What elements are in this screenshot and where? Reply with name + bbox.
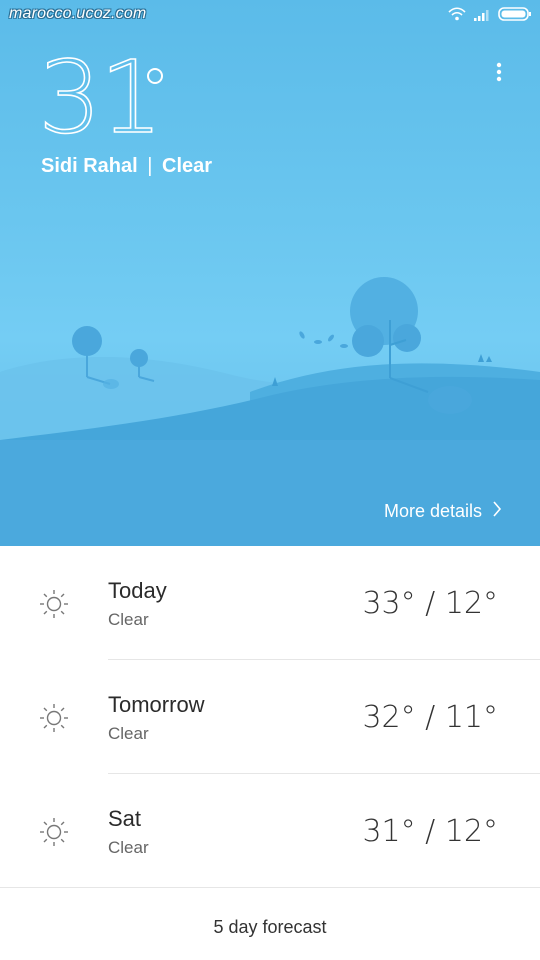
more-details-link[interactable]: More details [384, 500, 502, 523]
forecast-row-sat[interactable]: Sat Clear 31° / 12° [0, 774, 540, 888]
more-options-icon[interactable] [486, 60, 512, 86]
forecast-temps: 33° / 12° [362, 586, 498, 621]
sun-icon [38, 702, 70, 734]
location-name: Sidi Rahal [41, 155, 138, 177]
weather-app-screen: marocco.ucoz.com 31 Sidi Rahal | Clear M… [0, 0, 540, 960]
status-bar: marocco.ucoz.com [0, 0, 540, 30]
forecast-row-today[interactable]: Today Clear 33° / 12° [0, 546, 540, 660]
forecast-condition: Clear [108, 610, 149, 629]
signal-icon [474, 8, 490, 26]
chevron-right-icon [492, 500, 502, 523]
location-separator: | [147, 155, 153, 177]
watermark-text: marocco.ucoz.com [9, 5, 147, 22]
forecast-list: Today Clear 33° / 12° Tomorrow Clear 32°… [0, 546, 540, 888]
current-weather-panel: marocco.ucoz.com 31 Sidi Rahal | Clear M… [0, 0, 540, 546]
forecast-day: Tomorrow [108, 692, 205, 717]
location-condition: Sidi Rahal | Clear [41, 155, 212, 178]
wifi-icon [448, 7, 466, 26]
more-details-label: More details [383, 501, 482, 521]
forecast-day: Sat [108, 806, 142, 831]
sun-icon [38, 588, 70, 620]
battery-icon [498, 7, 532, 26]
forecast-day: Today [108, 578, 167, 603]
forecast-row-tomorrow[interactable]: Tomorrow Clear 32° / 11° [0, 660, 540, 774]
five-day-forecast-button[interactable]: 5 day forecast [0, 888, 540, 960]
current-condition: Clear [162, 155, 213, 177]
status-icons [448, 7, 532, 26]
forecast-condition: Clear [108, 838, 149, 857]
current-temperature: 31 [37, 39, 164, 156]
forecast-temps: 31° / 12° [362, 814, 498, 849]
forecast-condition: Clear [108, 724, 149, 743]
sun-icon [38, 816, 70, 848]
degree-symbol [147, 68, 163, 84]
forecast-temps: 32° / 11° [362, 700, 498, 735]
